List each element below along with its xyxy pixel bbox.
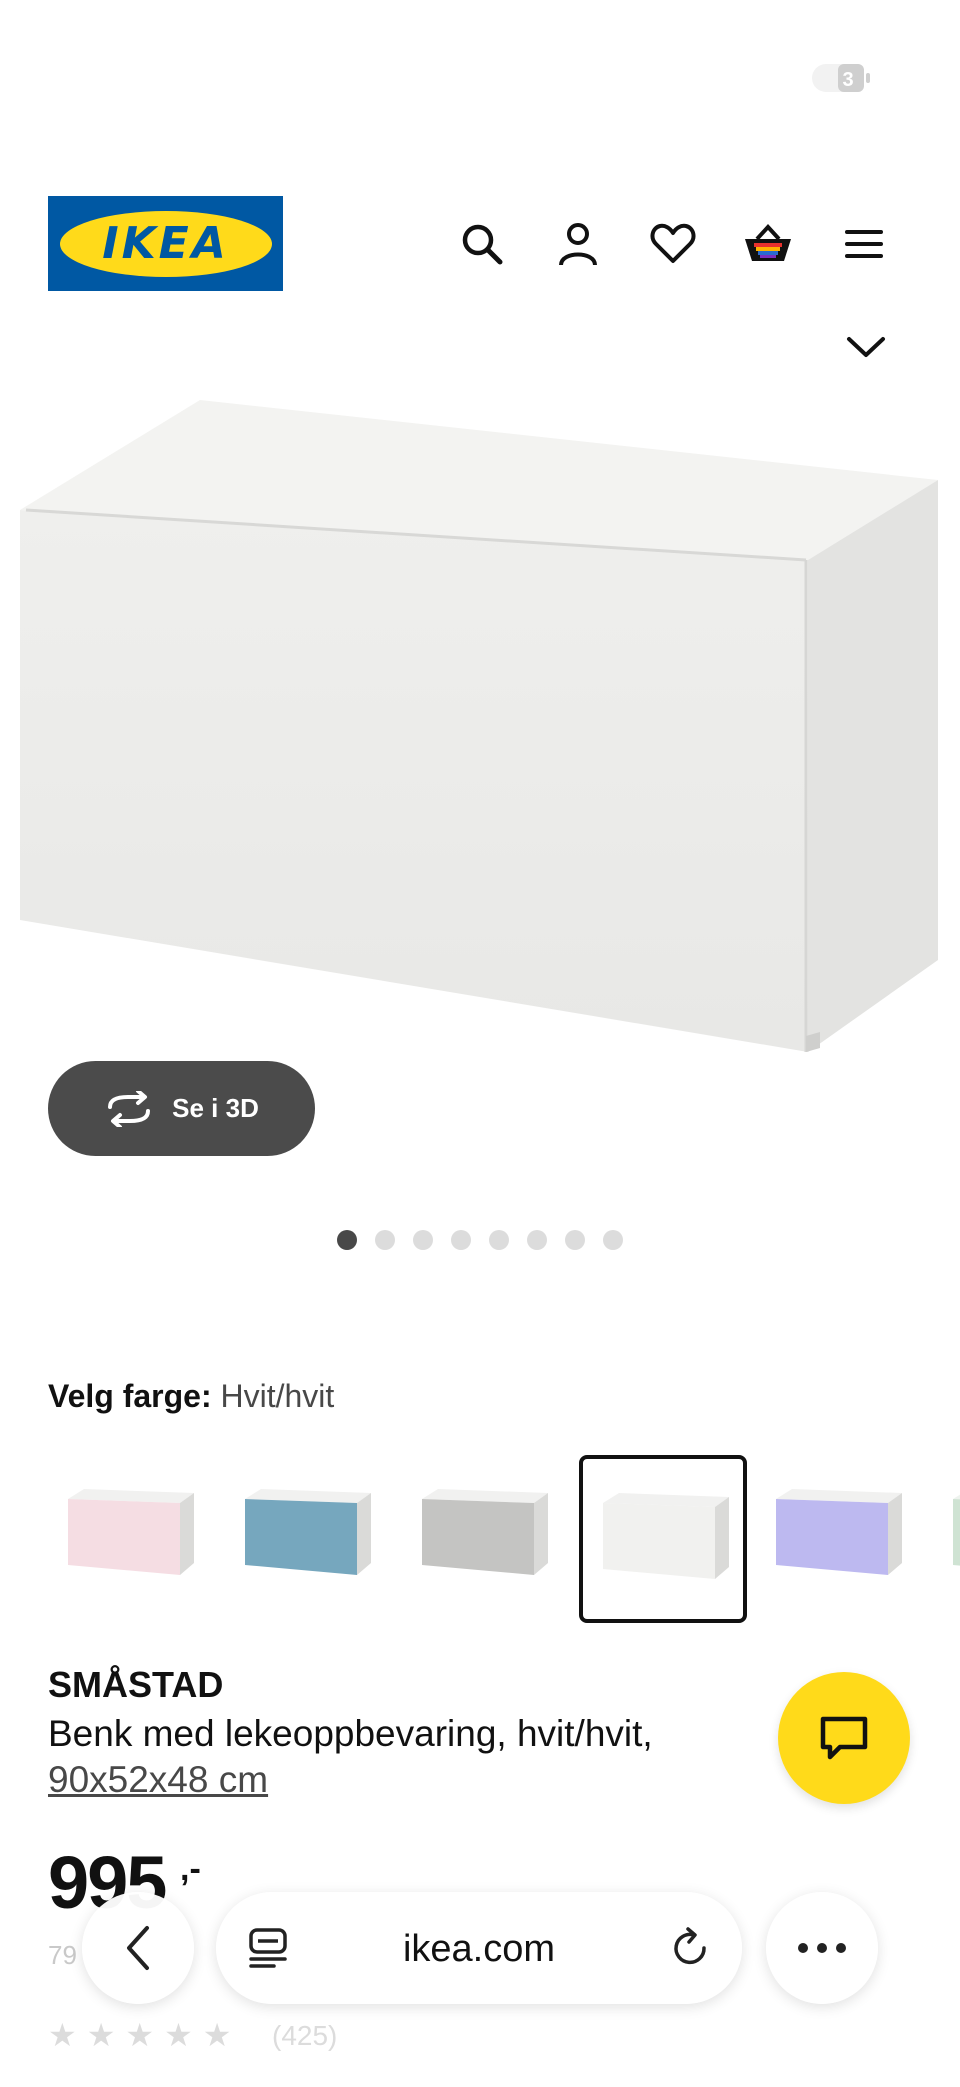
logo-text: IKEA	[102, 218, 229, 269]
browser-back-button[interactable]	[82, 1892, 194, 2004]
price-suffix: ,-	[180, 1850, 201, 1888]
rating-stars[interactable]: ★★★★★	[48, 2016, 241, 2054]
svg-text:3: 3	[842, 69, 853, 91]
pagination-dot[interactable]	[565, 1230, 585, 1250]
browser-address-bar[interactable]: ikea.com	[216, 1892, 742, 2004]
browser-url[interactable]: ikea.com	[216, 1928, 742, 1971]
color-swatch-hvit[interactable]	[579, 1455, 747, 1623]
color-swatch-list	[48, 1455, 960, 1623]
pagination-dot[interactable]	[337, 1230, 357, 1250]
search-icon[interactable]	[454, 216, 510, 272]
shopping-bag-icon[interactable]	[740, 216, 796, 272]
chat-button[interactable]	[778, 1672, 910, 1804]
view-3d-button[interactable]: Se i 3D	[48, 1061, 315, 1156]
color-swatch-grå[interactable]	[402, 1455, 570, 1623]
product-name: SMÅSTAD	[48, 1664, 224, 1705]
chevron-down-icon[interactable]	[838, 322, 894, 372]
heart-icon[interactable]	[645, 216, 701, 272]
color-label: Velg farge:	[48, 1378, 212, 1414]
account-icon[interactable]	[550, 216, 606, 272]
color-swatch-rosa[interactable]	[48, 1455, 216, 1623]
chevron-left-icon	[127, 1926, 149, 1970]
pagination-dot[interactable]	[489, 1230, 509, 1250]
logo-ellipse: IKEA	[59, 210, 272, 277]
pagination-dot[interactable]	[527, 1230, 547, 1250]
view-3d-label: Se i 3D	[172, 1093, 259, 1123]
rotate-3d-icon	[108, 1090, 151, 1127]
pagination-dot[interactable]	[603, 1230, 623, 1250]
color-selection-row: Velg farge: Hvit/hvit	[48, 1378, 334, 1415]
review-count[interactable]: (425)	[272, 2020, 337, 2052]
image-pagination	[0, 1230, 960, 1250]
color-swatch-more[interactable]	[933, 1455, 960, 1623]
pagination-dot[interactable]	[375, 1230, 395, 1250]
unit-price-text: 79	[48, 1940, 77, 1970]
product-dimensions-link[interactable]: 90x52x48 cm	[48, 1756, 268, 1804]
more-dots-icon	[798, 1943, 846, 1953]
browser-more-button[interactable]	[766, 1892, 878, 2004]
ikea-logo[interactable]: IKEA	[48, 196, 283, 291]
product-description: Benk med lekeoppbevaring, hvit/hvit,	[48, 1713, 653, 1754]
chat-icon	[820, 1716, 868, 1760]
color-swatch-blå[interactable]	[225, 1455, 393, 1623]
pagination-dot[interactable]	[451, 1230, 471, 1250]
pagination-dot[interactable]	[413, 1230, 433, 1250]
product-image[interactable]	[0, 380, 960, 1070]
menu-icon[interactable]	[836, 216, 892, 272]
battery-indicator: 3	[810, 62, 874, 94]
color-swatch-lilla[interactable]	[756, 1455, 924, 1623]
color-value: Hvit/hvit	[220, 1378, 335, 1414]
reload-icon[interactable]	[668, 1926, 712, 1970]
